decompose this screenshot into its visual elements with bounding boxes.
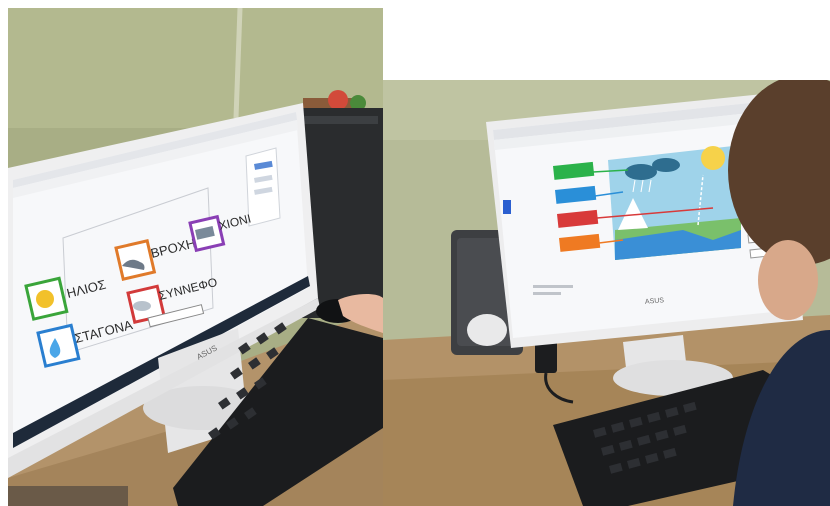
cloud-card-icon	[133, 301, 151, 311]
sun-card-icon	[36, 290, 54, 308]
sun-icon	[701, 146, 725, 170]
card-label-cloud: ΣΥΝΝΕΦΟ	[157, 275, 218, 303]
card-label-drop: ΣΤΑΓΟΝΑ	[73, 317, 134, 346]
cloud-icon	[625, 164, 657, 180]
sun-card[interactable]	[24, 276, 69, 321]
card-label-snow: ΧΙΟΝΙ	[217, 211, 252, 232]
card-label-sun: ΗΛΙΟΣ	[65, 277, 107, 301]
card-label-rain: ΒΡΟΧΗ	[149, 235, 197, 261]
left-screen-cards: ΗΛΙΟΣ ΒΡΟΧΗ ΧΙΟΝΙ ΣΤΑΓΟΝΑ ΣΥΝΝΕΦΟ	[8, 8, 383, 506]
right-photo: ASUS	[383, 80, 830, 506]
left-photo: ΗΛΙΟΣ ΒΡΟΧΗ ΧΙΟΝΙ ΣΤΑΓΟΝΑ ΣΥΝΝΕΦΟ ASUS	[8, 8, 383, 506]
right-photo-scene	[383, 80, 830, 506]
